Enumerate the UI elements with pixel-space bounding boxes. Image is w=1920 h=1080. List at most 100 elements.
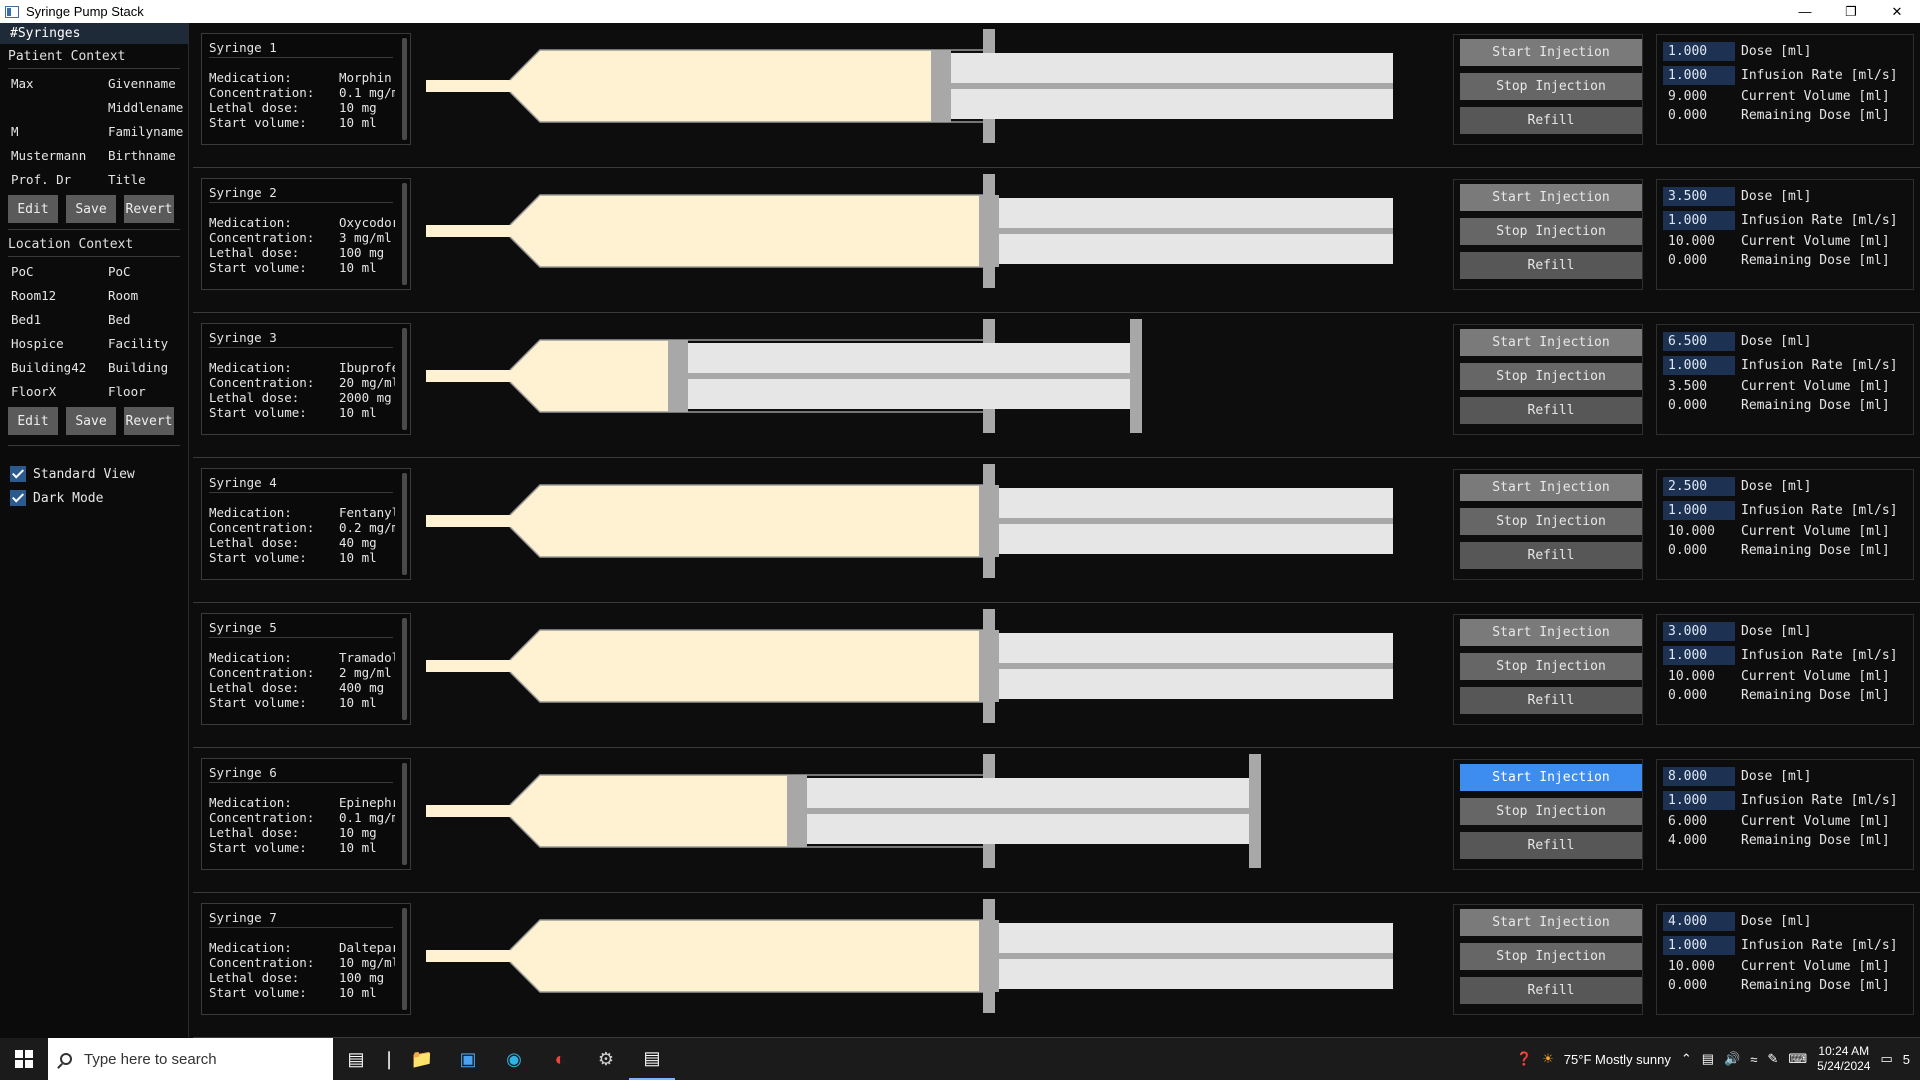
- widgets-icon[interactable]: ❘: [379, 1038, 399, 1080]
- stop-injection-button[interactable]: Stop Injection: [1460, 218, 1642, 245]
- stop-injection-button[interactable]: Stop Injection: [1460, 943, 1642, 970]
- plunger-rod-lower: [999, 524, 1393, 554]
- wifi-icon[interactable]: ≈: [1750, 1052, 1757, 1067]
- syringe-graphic: [426, 319, 1142, 433]
- taskbar-search[interactable]: Type here to search: [48, 1038, 333, 1080]
- current-volume-value: 10.000: [1668, 669, 1715, 684]
- refill-button[interactable]: Refill: [1460, 107, 1642, 134]
- notification-icon[interactable]: ▭: [1880, 1051, 1892, 1067]
- chevron-up-icon[interactable]: ⌃: [1681, 1051, 1692, 1067]
- stop-injection-button[interactable]: Stop Injection: [1460, 653, 1642, 680]
- file-explorer-icon[interactable]: 📁: [399, 1038, 445, 1080]
- stop-injection-button[interactable]: Stop Injection: [1460, 798, 1642, 825]
- remaining-dose-value: 0.000: [1668, 398, 1708, 413]
- dose-input[interactable]: 8.000: [1663, 766, 1735, 786]
- stop-injection-button[interactable]: Stop Injection: [1460, 73, 1642, 100]
- minimize-icon[interactable]: —: [1782, 0, 1828, 23]
- start-injection-button[interactable]: Start Injection: [1460, 184, 1642, 211]
- patient-save-button[interactable]: Save: [66, 195, 116, 223]
- infusion-rate-input[interactable]: 1.000: [1663, 355, 1735, 375]
- location-save-button[interactable]: Save: [66, 407, 116, 435]
- volume-icon[interactable]: 🔊: [1724, 1051, 1740, 1067]
- dose-input[interactable]: 2.500: [1663, 476, 1735, 496]
- start-injection-button[interactable]: Start Injection: [1460, 329, 1642, 356]
- location-value[interactable]: Room12: [11, 288, 108, 303]
- plunger-rod-lower: [999, 959, 1393, 989]
- syringe-graphic: [426, 899, 1393, 1013]
- edge-icon[interactable]: ◉: [491, 1038, 537, 1080]
- dose-input[interactable]: 6.500: [1663, 331, 1735, 351]
- start-injection-button[interactable]: Start Injection: [1460, 764, 1642, 791]
- plunger-rod-core: [999, 663, 1393, 669]
- dose-input[interactable]: 4.000: [1663, 911, 1735, 931]
- refill-button[interactable]: Refill: [1460, 832, 1642, 859]
- plunger-rod-upper: [807, 778, 1249, 808]
- patient-edit-button[interactable]: Edit: [8, 195, 58, 223]
- location-value[interactable]: PoC: [11, 264, 108, 279]
- patient-key: Middlename: [108, 99, 184, 115]
- refill-button[interactable]: Refill: [1460, 687, 1642, 714]
- notification-count: 5: [1902, 1051, 1910, 1067]
- refill-button[interactable]: Refill: [1460, 397, 1642, 424]
- location-key: PoC: [108, 263, 131, 279]
- location-edit-button[interactable]: Edit: [8, 407, 58, 435]
- location-value[interactable]: FloorX: [11, 384, 108, 399]
- infusion-rate-label: Infusion Rate [ml/s]: [1741, 792, 1898, 808]
- dose-input[interactable]: 3.500: [1663, 186, 1735, 206]
- start-injection-button[interactable]: Start Injection: [1460, 909, 1642, 936]
- standard-view-checkbox[interactable]: [10, 466, 26, 482]
- syringe-app-icon[interactable]: ▤: [629, 1038, 675, 1080]
- stop-injection-button[interactable]: Stop Injection: [1460, 508, 1642, 535]
- patient-value[interactable]: Prof. Dr: [11, 172, 108, 187]
- start-injection-button[interactable]: Start Injection: [1460, 39, 1642, 66]
- settings-icon[interactable]: ⚙: [583, 1038, 629, 1080]
- infusion-rate-input[interactable]: 1.000: [1663, 500, 1735, 520]
- location-revert-button[interactable]: Revert: [124, 407, 174, 435]
- infusion-rate-input[interactable]: 1.000: [1663, 790, 1735, 810]
- dose-input[interactable]: 3.000: [1663, 621, 1735, 641]
- standard-view-toggle[interactable]: Standard View: [0, 462, 188, 486]
- start-button[interactable]: [0, 1038, 48, 1080]
- divider: [8, 68, 180, 69]
- dark-mode-toggle[interactable]: Dark Mode: [0, 486, 188, 510]
- refill-button[interactable]: Refill: [1460, 542, 1642, 569]
- start-injection-button[interactable]: Start Injection: [1460, 619, 1642, 646]
- location-value[interactable]: Building42: [11, 360, 108, 375]
- weather-text[interactable]: 75°F Mostly sunny: [1564, 1052, 1671, 1067]
- weather-icon[interactable]: ☀: [1542, 1051, 1554, 1067]
- infusion-rate-label: Infusion Rate [ml/s]: [1741, 357, 1898, 373]
- location-value[interactable]: Bed1: [11, 312, 108, 327]
- store-icon[interactable]: ▣: [445, 1038, 491, 1080]
- plunger-head: [979, 195, 999, 267]
- refill-button[interactable]: Refill: [1460, 252, 1642, 279]
- clock[interactable]: 10:24 AM 5/24/2024: [1817, 1044, 1870, 1074]
- stop-injection-button[interactable]: Stop Injection: [1460, 363, 1642, 390]
- keyboard-icon[interactable]: ⌨: [1788, 1051, 1807, 1067]
- location-row-facility: Hospice Facility: [0, 331, 188, 355]
- help-icon[interactable]: ❓: [1516, 1051, 1532, 1067]
- refill-button[interactable]: Refill: [1460, 977, 1642, 1004]
- syringe-needle: [426, 370, 511, 382]
- current-volume-label: Current Volume [ml]: [1741, 669, 1890, 684]
- divider: [8, 229, 180, 230]
- patient-value[interactable]: Max: [11, 76, 108, 91]
- patient-value[interactable]: Mustermann: [11, 148, 108, 163]
- infusion-rate-input[interactable]: 1.000: [1663, 65, 1735, 85]
- infusion-rate-input[interactable]: 1.000: [1663, 935, 1735, 955]
- task-view-icon[interactable]: ▤: [333, 1038, 379, 1080]
- restore-icon[interactable]: ❐: [1828, 0, 1874, 23]
- location-row-room: Room12 Room: [0, 283, 188, 307]
- network-icon[interactable]: ▤: [1702, 1051, 1714, 1067]
- dark-mode-checkbox[interactable]: [10, 490, 26, 506]
- close-icon[interactable]: ✕: [1874, 0, 1920, 23]
- patient-revert-button[interactable]: Revert: [124, 195, 174, 223]
- dose-input[interactable]: 1.000: [1663, 41, 1735, 61]
- infusion-rate-input[interactable]: 1.000: [1663, 210, 1735, 230]
- remaining-dose-label: Remaining Dose [ml]: [1741, 978, 1890, 993]
- infusion-rate-input[interactable]: 1.000: [1663, 645, 1735, 665]
- chrome-icon[interactable]: ◐: [537, 1038, 583, 1080]
- pen-icon[interactable]: ✎: [1767, 1051, 1778, 1067]
- location-value[interactable]: Hospice: [11, 336, 108, 351]
- start-injection-button[interactable]: Start Injection: [1460, 474, 1642, 501]
- patient-value[interactable]: M: [11, 124, 108, 139]
